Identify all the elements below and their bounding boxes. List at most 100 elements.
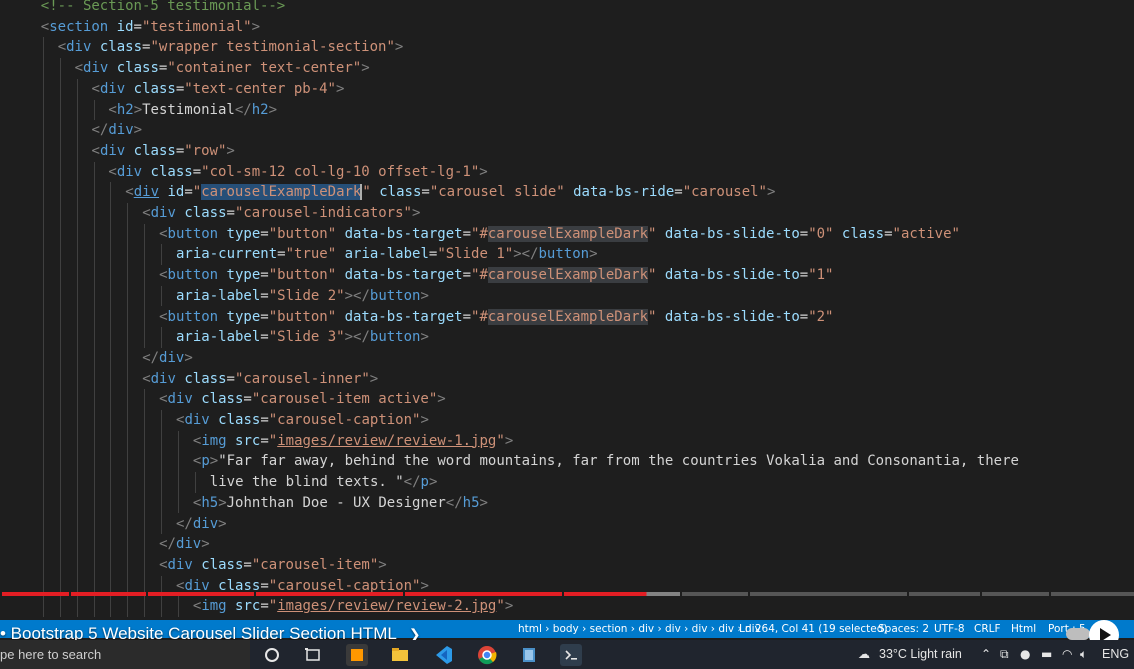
microphone-icon[interactable]: ● bbox=[1020, 640, 1030, 669]
code-token: images/review/review-2.jpg bbox=[277, 598, 497, 615]
code-token: "carousel slide" bbox=[429, 184, 565, 201]
chapter-segment[interactable] bbox=[1051, 592, 1134, 596]
cortana-icon[interactable] bbox=[261, 644, 283, 666]
code-token: "text-center pb-4" bbox=[184, 80, 336, 97]
chapter-segment[interactable] bbox=[2, 592, 69, 596]
task-view-icon[interactable] bbox=[302, 644, 324, 666]
code-token: div bbox=[150, 370, 176, 387]
code-line: </div> bbox=[142, 348, 193, 369]
taskbar-search[interactable]: pe here to search bbox=[0, 640, 250, 669]
code-token: "wrapper testimonial-section" bbox=[150, 39, 395, 56]
code-token: < bbox=[40, 18, 50, 35]
code-token: live the blind texts. " bbox=[209, 474, 404, 491]
code-token: > bbox=[766, 184, 776, 201]
autoplay-toggle[interactable] bbox=[1066, 628, 1090, 640]
code-line: <div class="carousel-indicators"> bbox=[142, 203, 420, 224]
code-line: <div class="container text-center"> bbox=[75, 58, 370, 79]
chrome-icon[interactable] bbox=[476, 644, 498, 666]
chapter-segment[interactable] bbox=[909, 592, 980, 596]
code-token: = bbox=[260, 308, 269, 325]
code-line: <div class="carousel-item"> bbox=[159, 555, 387, 576]
code-token: div bbox=[167, 556, 193, 573]
chapter-segment[interactable] bbox=[148, 592, 254, 596]
indentation[interactable]: Spaces: 2 bbox=[878, 620, 929, 638]
chapter-segment[interactable] bbox=[405, 592, 562, 596]
code-token: class bbox=[91, 39, 142, 56]
terminal-icon[interactable] bbox=[560, 644, 582, 666]
notepad-icon[interactable] bbox=[518, 644, 540, 666]
indent-guide bbox=[127, 203, 129, 617]
code-editor[interactable]: <!-- Section-5 testimonial--> <section id… bbox=[0, 0, 1134, 620]
indent-guide bbox=[110, 182, 112, 617]
code-token: = bbox=[799, 267, 809, 284]
cursor-position[interactable]: Ln 264, Col 41 (19 selected) bbox=[739, 620, 887, 638]
chapter-segment[interactable] bbox=[750, 592, 907, 596]
code-token: > bbox=[504, 598, 514, 615]
code-token: = bbox=[175, 80, 185, 97]
code-token: < bbox=[159, 308, 168, 325]
code-token: h2 bbox=[251, 101, 269, 118]
file-explorer-icon[interactable] bbox=[389, 644, 411, 666]
indent-guide bbox=[93, 161, 95, 617]
code-token: "# bbox=[471, 308, 488, 325]
code-token: " bbox=[362, 184, 371, 201]
line-ending[interactable]: CRLF bbox=[974, 620, 1001, 638]
code-token: = bbox=[462, 225, 472, 242]
code-token: < bbox=[159, 556, 168, 573]
chapter-segment[interactable] bbox=[564, 592, 680, 596]
code-token: carouselExampleDark bbox=[201, 184, 362, 201]
chapter-segment[interactable] bbox=[256, 592, 403, 596]
code-token: id bbox=[108, 18, 134, 35]
code-token: div bbox=[175, 536, 202, 553]
code-token: = bbox=[462, 308, 472, 325]
taskbar: pe here to search ☁ 33°C Light rain ⌃ ⧉ … bbox=[0, 640, 1134, 669]
network-icon[interactable]: ⧉ bbox=[1000, 640, 1009, 669]
video-progress-bar[interactable] bbox=[0, 592, 1134, 597]
code-token: section bbox=[49, 18, 109, 35]
code-token: div bbox=[159, 349, 185, 366]
vscode-icon[interactable] bbox=[432, 644, 454, 666]
code-token: button bbox=[369, 287, 421, 304]
code-token: = bbox=[226, 370, 235, 387]
indent-guide bbox=[93, 99, 95, 121]
code-token: = bbox=[799, 225, 809, 242]
code-token: data-bs-target bbox=[336, 308, 463, 325]
code-token: > bbox=[479, 163, 488, 180]
encoding[interactable]: UTF-8 bbox=[934, 620, 965, 638]
breadcrumb[interactable]: html › body › section › div › div › div … bbox=[518, 620, 761, 638]
code-token: = bbox=[133, 18, 142, 35]
code-token: > bbox=[420, 329, 429, 346]
code-token: carouselExampleDark bbox=[487, 225, 649, 242]
code-token: = bbox=[674, 184, 683, 201]
input-language[interactable]: ENG bbox=[1102, 640, 1129, 669]
code-token: " bbox=[496, 432, 505, 449]
code-token: < bbox=[57, 39, 67, 56]
indent-guide bbox=[59, 58, 61, 617]
code-token: < bbox=[159, 225, 168, 242]
battery-icon[interactable]: ▬ bbox=[1041, 640, 1052, 669]
code-line: </div> bbox=[176, 514, 227, 535]
wifi-icon[interactable]: ◠ bbox=[1062, 640, 1072, 669]
code-token: data-bs-ride bbox=[564, 184, 675, 201]
code-token: > bbox=[420, 287, 429, 304]
code-token: class bbox=[209, 412, 261, 428]
chapter-segment[interactable] bbox=[71, 592, 146, 596]
indent-guide bbox=[144, 389, 146, 617]
chapter-segment[interactable] bbox=[982, 592, 1049, 596]
sublime-text-icon[interactable] bbox=[346, 644, 368, 666]
code-token: = bbox=[884, 225, 893, 242]
language-mode[interactable]: Html bbox=[1011, 620, 1036, 638]
chevron-up-icon[interactable]: ⌃ bbox=[981, 640, 991, 669]
volume-icon[interactable]: 🔈︎ bbox=[1080, 640, 1087, 669]
code-token: src bbox=[226, 432, 261, 449]
code-line: <h5>Johnthan Doe - UX Designer</h5> bbox=[193, 493, 488, 514]
code-line: aria-label="Slide 2"></button> bbox=[176, 286, 429, 307]
chapter-segment[interactable] bbox=[682, 592, 748, 596]
code-token: "# bbox=[471, 225, 488, 242]
code-line: <img src="images/review/review-1.jpg"> bbox=[193, 431, 513, 452]
code-token: div bbox=[192, 515, 219, 532]
weather-text[interactable]: 33°C Light rain bbox=[879, 640, 962, 669]
code-token: </ bbox=[403, 474, 421, 491]
code-token: > bbox=[437, 391, 446, 408]
code-line: <div class="carousel-inner"> bbox=[142, 369, 378, 390]
